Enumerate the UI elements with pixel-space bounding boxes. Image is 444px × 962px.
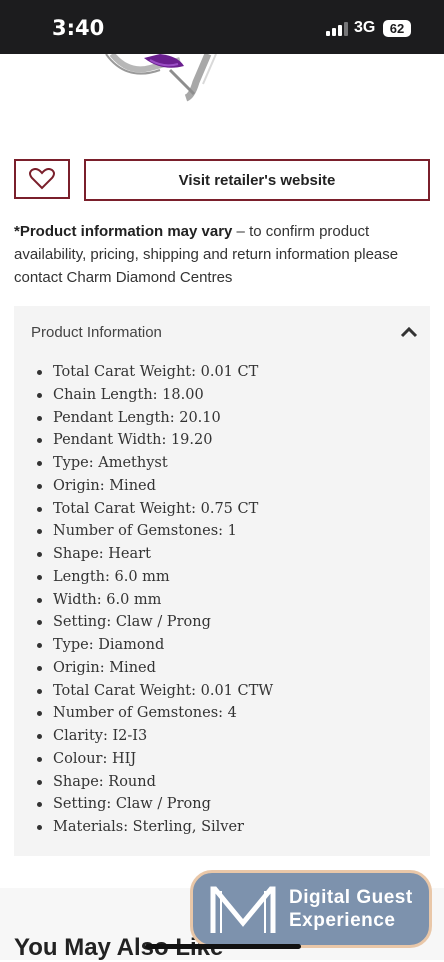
signal-icon — [326, 22, 348, 36]
m-logo-icon — [210, 886, 276, 933]
spec-item: Materials: Sterling, Silver — [14, 816, 430, 839]
spec-item: Type: Diamond — [14, 634, 430, 657]
spec-item: Number of Gemstones: 4 — [14, 702, 430, 725]
status-bar: 3:40 3G 62 — [0, 0, 444, 54]
visit-retailer-label: Visit retailer's website — [178, 171, 336, 189]
spec-item: Setting: Claw / Prong — [14, 611, 430, 634]
spec-item: Chain Length: 18.00 — [14, 384, 430, 407]
home-indicator[interactable] — [145, 944, 301, 949]
visit-retailer-button[interactable]: Visit retailer's website — [84, 159, 430, 201]
spec-item: Number of Gemstones: 1 — [14, 520, 430, 543]
spec-item: Origin: Mined — [14, 475, 430, 498]
guest-widget-text: Digital Guest Experience — [289, 886, 413, 932]
spec-item: Origin: Mined — [14, 657, 430, 680]
spec-item: Total Carat Weight: 0.01 CT — [14, 361, 430, 384]
product-notice: *Product information may vary – to confi… — [14, 220, 430, 289]
spec-item: Length: 6.0 mm — [14, 566, 430, 589]
product-info-title: Product Information — [31, 324, 162, 341]
product-image — [0, 52, 444, 150]
spec-item: Pendant Length: 20.10 — [14, 407, 430, 430]
spec-item: Width: 6.0 mm — [14, 589, 430, 612]
spec-item: Pendant Width: 19.20 — [14, 429, 430, 452]
battery-icon: 62 — [383, 20, 411, 37]
spec-item: Total Carat Weight: 0.01 CTW — [14, 680, 430, 703]
notice-bold: *Product information may vary — [14, 223, 233, 240]
guest-widget-line2: Experience — [289, 910, 396, 931]
heart-icon — [29, 168, 55, 190]
spec-item: Total Carat Weight: 0.75 CT — [14, 498, 430, 521]
spec-list: Total Carat Weight: 0.01 CT Chain Length… — [14, 361, 430, 839]
spec-item: Shape: Round — [14, 771, 430, 794]
pendant-image — [105, 52, 217, 102]
wishlist-button[interactable] — [14, 159, 70, 199]
spec-item: Type: Amethyst — [14, 452, 430, 475]
spec-item: Setting: Claw / Prong — [14, 793, 430, 816]
digital-guest-experience-button[interactable]: Digital Guest Experience — [190, 870, 432, 948]
spec-item: Colour: HIJ — [14, 748, 430, 771]
guest-widget-line1: Digital Guest — [289, 887, 413, 908]
status-time: 3:40 — [52, 16, 105, 40]
product-info-panel: Product Information Total Carat Weight: … — [14, 306, 430, 856]
spec-item: Shape: Heart — [14, 543, 430, 566]
spec-item: Clarity: I2-I3 — [14, 725, 430, 748]
network-type: 3G — [354, 19, 376, 36]
chevron-up-icon[interactable] — [400, 326, 418, 338]
